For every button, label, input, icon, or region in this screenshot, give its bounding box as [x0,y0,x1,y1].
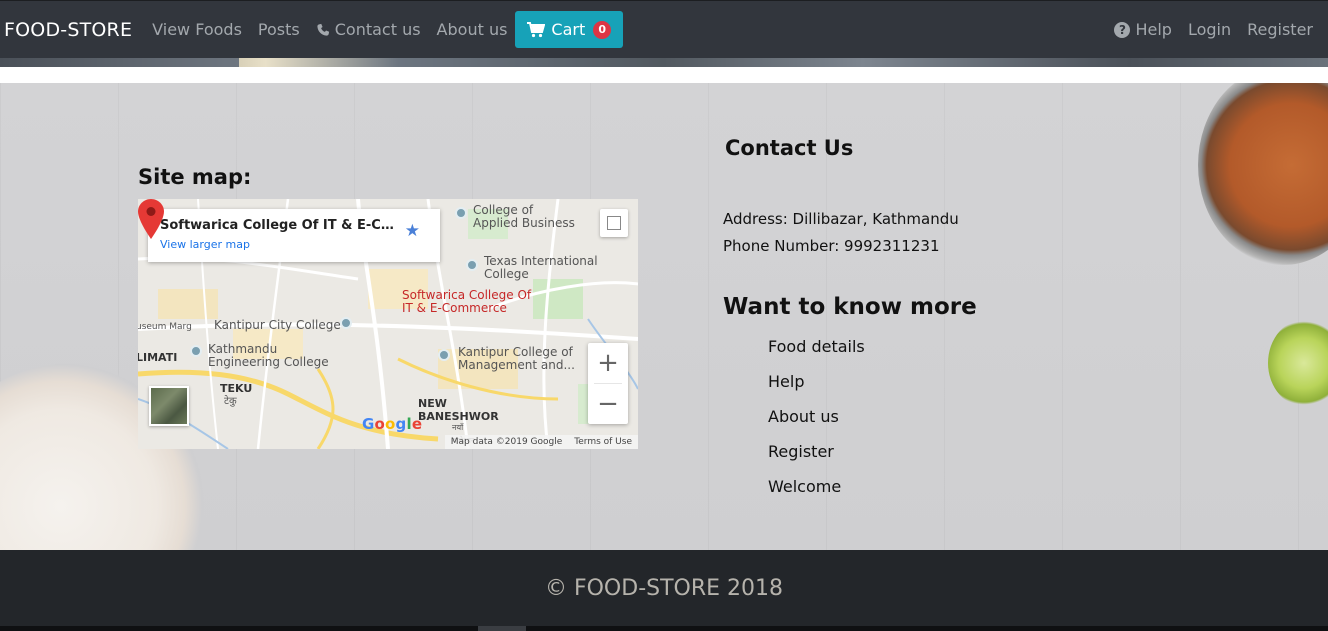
map-label-museum: useum Marg [138,322,192,332]
poi-school-icon [455,207,467,219]
hero-image-strip [0,58,1328,67]
link-about-us[interactable]: About us [768,407,865,442]
map-label-applied: College of Applied Business [473,203,575,230]
zoom-control: + − [588,343,628,424]
brand-logo[interactable]: FOOD-STORE [4,19,132,41]
bottom-bar [0,626,1328,631]
map-label-teku-np: टेकु [224,396,237,407]
footer: © FOOD-STORE 2018 [0,550,1328,626]
star-icon[interactable]: ★ [405,221,420,241]
nav-about-us[interactable]: About us [437,20,508,39]
cart-button[interactable]: Cart 0 [515,11,624,48]
map-label-kathmandu-eng: Kathmandu Engineering College [208,342,329,369]
map-info-card: Softwarica College Of IT & E-Comm... Vie… [148,209,440,262]
contact-address: Address: Dillibazar, Kathmandu [723,210,959,228]
google-map[interactable]: Softwarica College Of IT & E-Comm... Vie… [138,199,638,449]
link-help[interactable]: Help [768,372,865,407]
map-place-title: Softwarica College Of IT & E-Comm... [160,218,396,233]
footer-copyright: © FOOD-STORE 2018 [544,575,784,601]
nav-register[interactable]: Register [1247,20,1313,39]
question-circle-icon: ? [1114,21,1131,38]
cart-label: Cart [551,20,586,39]
map-label-kantipur-city: Kantipur City College [214,318,341,332]
map-label-teku: TEKU [220,382,253,395]
satellite-toggle[interactable] [149,386,189,426]
map-label-limati: LIMATI [138,351,178,364]
google-logo: Google [362,415,423,433]
contact-phone: Phone Number: 9992311231 [723,237,940,255]
map-label-texas: Texas International College [484,254,598,281]
hero-divider [0,67,1328,83]
map-label-new-baneshwor: NEW BANESHWOR [418,397,499,423]
sitemap-title: Site map: [138,165,252,189]
view-larger-map-link[interactable]: View larger map [160,238,428,251]
cart-icon [527,21,546,37]
poi-school-icon [438,349,450,361]
know-more-title: Want to know more [723,294,977,320]
navbar: FOOD-STORE View Foods Posts Contact us A… [0,0,1328,58]
know-more-list: Food details Help About us Register Welc… [768,337,865,512]
map-label-kantipur-mgmt: Kantipur College of Management and... [458,345,575,372]
nav-contact-us[interactable]: Contact us [316,20,421,39]
map-pin-icon[interactable] [138,199,164,239]
nav-help[interactable]: ? Help [1114,20,1172,39]
nav-posts[interactable]: Posts [258,20,300,39]
nav-right: ? Help Login Register [1114,20,1328,39]
contact-title: Contact Us [725,136,854,160]
zoom-in-button[interactable]: + [588,343,628,383]
poi-school-icon [190,345,202,357]
phone-icon [317,23,329,36]
fullscreen-icon[interactable] [600,209,628,237]
cart-count-badge: 0 [593,20,612,39]
lime-decoration [1268,318,1328,408]
zoom-out-button[interactable]: − [588,384,628,424]
poi-school-icon [466,259,478,271]
poi-school-icon [340,317,352,329]
nav-view-foods[interactable]: View Foods [152,20,242,39]
link-register[interactable]: Register [768,442,865,477]
spice-bowl-decoration [1198,83,1328,265]
map-data-text: Map data ©2019 Google [450,437,563,447]
terms-of-use-link[interactable]: Terms of Use [574,437,632,447]
map-attribution: Map data ©2019 Google Terms of Use [444,435,638,449]
link-welcome[interactable]: Welcome [768,477,865,512]
link-food-details[interactable]: Food details [768,337,865,372]
scroll-tab [478,626,526,631]
main-content: Site map: Softwarica College Of IT & E-C… [0,83,1328,550]
map-label-softwarica: Softwarica College Of IT & E-Commerce [402,288,532,315]
nav-login[interactable]: Login [1188,20,1231,39]
